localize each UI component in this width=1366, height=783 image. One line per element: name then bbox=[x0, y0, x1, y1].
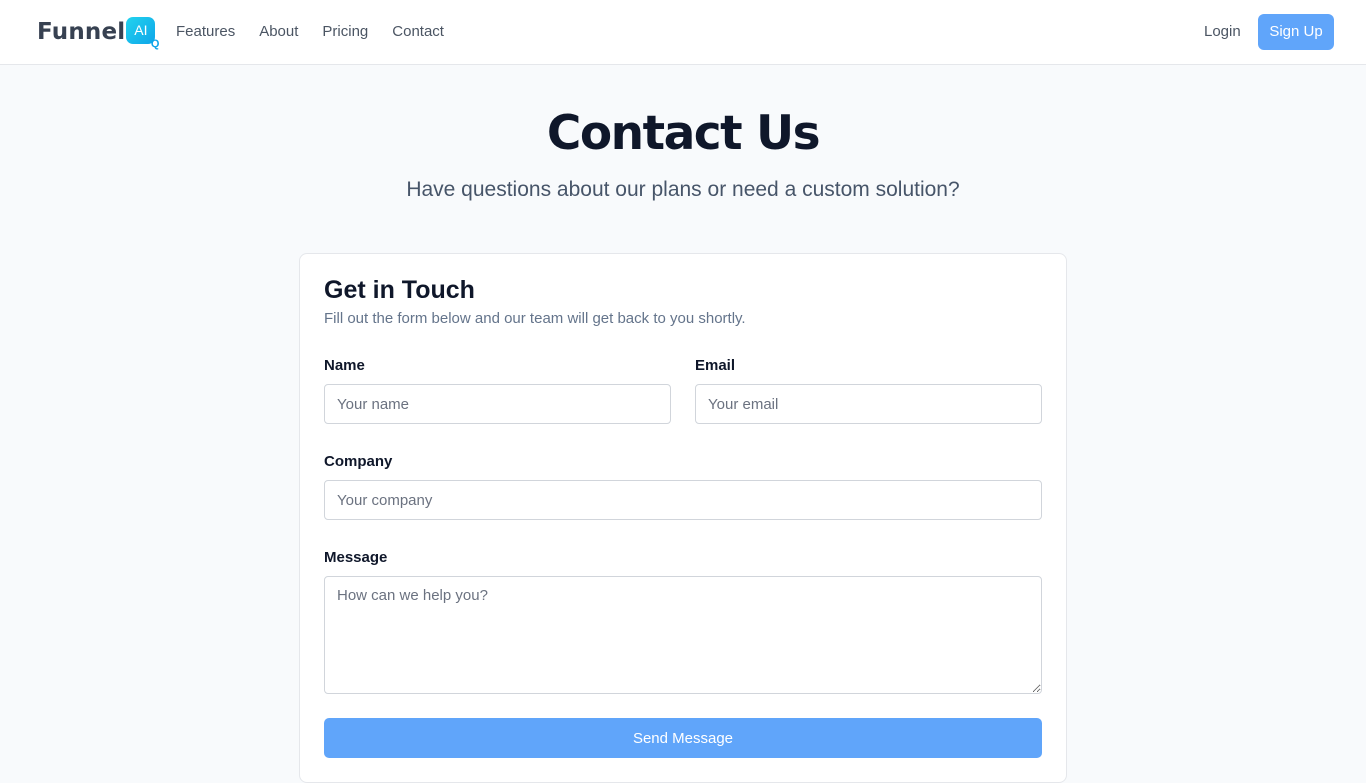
company-label: Company bbox=[324, 453, 393, 470]
email-label: Email bbox=[695, 357, 736, 374]
nav-links: Features About Pricing Contact bbox=[176, 23, 444, 41]
form-description: Fill out the form below and our team wil… bbox=[324, 310, 746, 327]
message-textarea[interactable] bbox=[324, 576, 1042, 694]
message-label: Message bbox=[324, 549, 388, 566]
email-input[interactable] bbox=[695, 384, 1042, 424]
page-title: Contact Us bbox=[546, 106, 821, 161]
form-title: Get in Touch bbox=[324, 276, 475, 304]
contact-form-card: Get in Touch Fill out the form below and… bbox=[299, 253, 1067, 783]
page-subtitle: Have questions about our plans or need a… bbox=[406, 178, 960, 201]
logo-badge-text: AI bbox=[134, 21, 148, 38]
nav-link-contact[interactable]: Contact bbox=[392, 23, 444, 41]
signup-button[interactable]: Sign Up bbox=[1258, 14, 1334, 50]
name-input[interactable] bbox=[324, 384, 671, 424]
login-link[interactable]: Login bbox=[1204, 23, 1241, 41]
company-input[interactable] bbox=[324, 480, 1042, 520]
nav-link-features[interactable]: Features bbox=[176, 23, 235, 41]
nav-link-pricing[interactable]: Pricing bbox=[322, 23, 368, 41]
logo-ai-badge: AI Q bbox=[126, 16, 159, 49]
send-message-button[interactable]: Send Message bbox=[324, 718, 1042, 758]
nav-link-about[interactable]: About bbox=[259, 23, 298, 41]
navbar: Funnel AI Q Features About Pricing Conta… bbox=[0, 0, 1366, 65]
logo-text: Funnel bbox=[37, 19, 126, 45]
logo-badge-mark: Q bbox=[150, 37, 160, 50]
logo[interactable]: Funnel AI Q bbox=[37, 16, 159, 49]
name-label: Name bbox=[324, 357, 365, 374]
